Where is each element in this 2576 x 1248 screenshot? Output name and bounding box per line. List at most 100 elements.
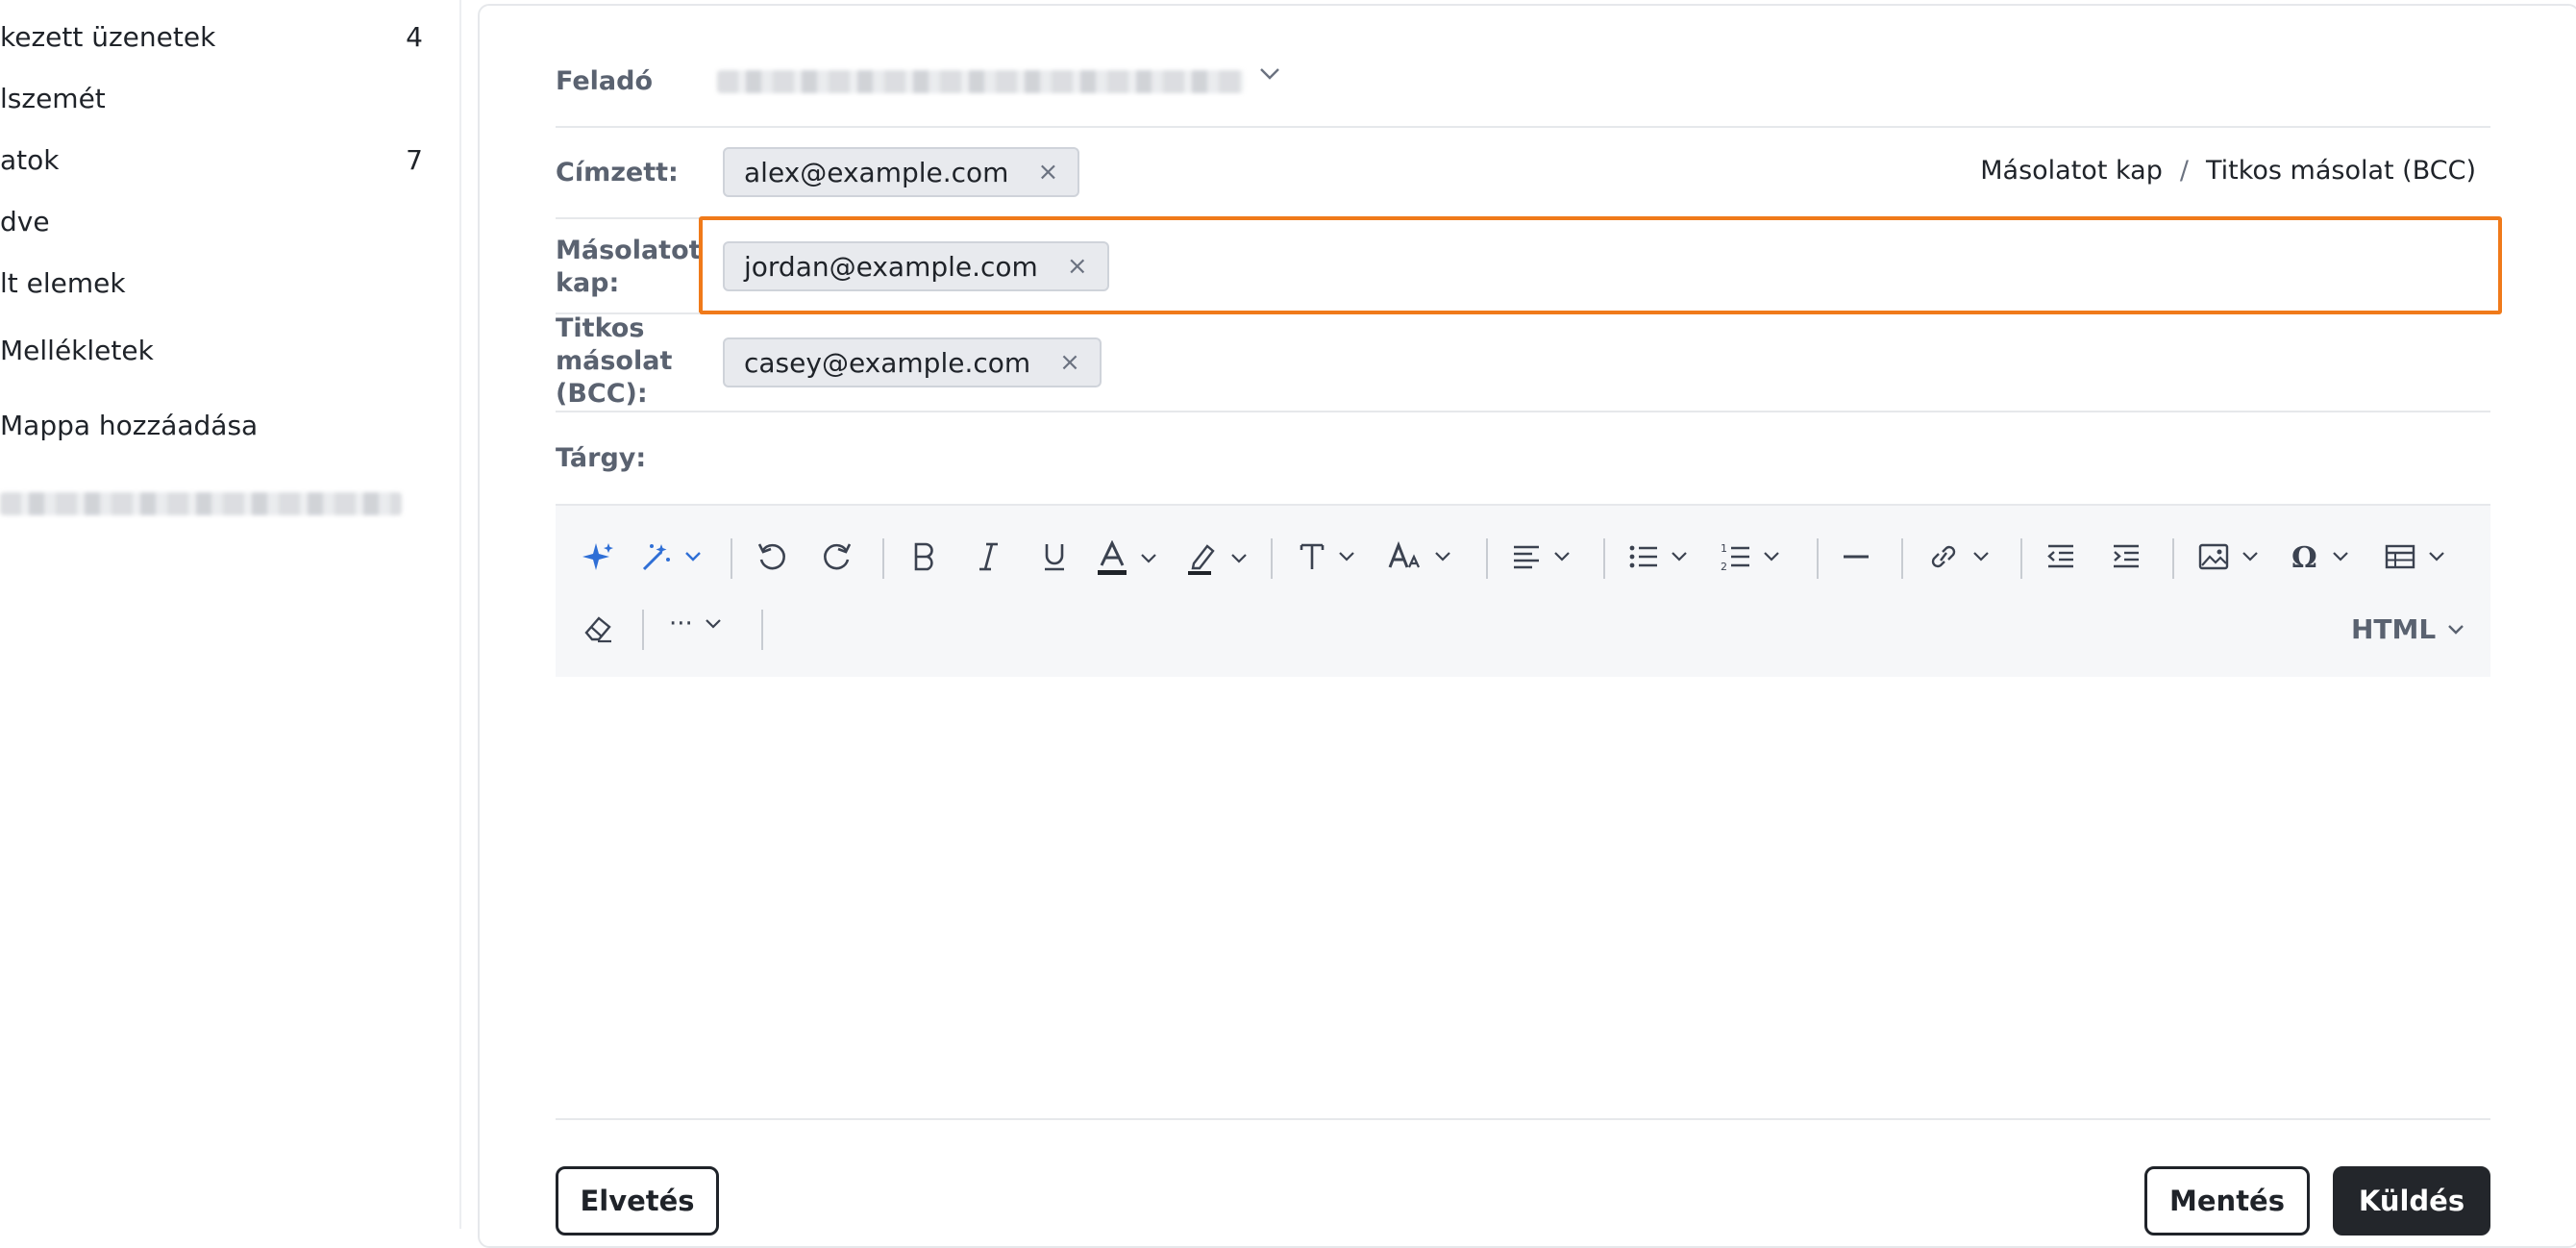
clear-formatting-button[interactable]	[582, 613, 613, 644]
toolbar-divider	[1486, 538, 1488, 579]
recipient-chip-bcc[interactable]: casey@example.com ×	[723, 337, 1102, 387]
toolbar-divider	[882, 538, 884, 579]
link-separator: /	[2179, 156, 2189, 186]
toolbar-divider	[2172, 538, 2174, 579]
numbered-list-icon: 12	[1721, 542, 1749, 573]
undo-icon	[757, 543, 785, 570]
highlight-color-button[interactable]	[1186, 540, 1248, 577]
table-icon	[2385, 544, 2415, 569]
chip-remove-icon[interactable]: ×	[1067, 252, 1088, 281]
toolbar-divider	[2020, 538, 2022, 579]
outdent-icon	[2047, 544, 2073, 568]
horizontal-line-button[interactable]	[1842, 540, 1870, 573]
add-cc-link[interactable]: Másolatot kap	[1980, 156, 2163, 186]
redo-icon	[824, 543, 852, 570]
chevron-down-icon	[2242, 552, 2258, 562]
insert-image-button[interactable]	[2197, 540, 2259, 573]
more-options-button[interactable]: ···	[669, 610, 722, 638]
sidebar-item-label: lszemét	[0, 83, 106, 114]
sidebar-item-deleted[interactable]: lt elemek	[0, 267, 423, 299]
blurred-account-text	[0, 492, 402, 515]
bulleted-list-icon	[1629, 545, 1657, 568]
numbered-list-button[interactable]: 12	[1721, 540, 1780, 573]
italic-icon	[979, 542, 998, 571]
toolbar-divider	[1901, 538, 1903, 579]
from-address-blurred	[717, 70, 1244, 93]
bold-icon	[914, 542, 933, 571]
ai-assist-button[interactable]	[581, 540, 615, 575]
font-family-button[interactable]	[1298, 540, 1355, 573]
bold-button[interactable]	[909, 540, 938, 573]
sidebar-item-label: lt elemek	[0, 267, 126, 299]
font-color-icon	[1098, 540, 1127, 575]
font-family-icon	[1300, 543, 1325, 569]
link-icon	[1931, 545, 1956, 568]
send-button[interactable]: Küldés	[2333, 1166, 2490, 1236]
sidebar-item-label: Mappa hozzáadása	[0, 410, 259, 441]
divider	[556, 411, 2490, 412]
sidebar-item-label: Mellékletek	[0, 335, 154, 366]
chevron-down-icon	[1672, 552, 1687, 562]
editor-toolbar: 12 Ω ··· HTML	[556, 506, 2490, 677]
alignment-button[interactable]	[1511, 540, 1571, 573]
cc-label: Másolatot kap:	[556, 236, 702, 298]
highlight-icon	[1188, 544, 1215, 575]
insert-link-button[interactable]	[1926, 540, 1990, 573]
recipient-chip-to[interactable]: alex@example.com ×	[723, 147, 1080, 197]
indent-button[interactable]	[2111, 540, 2142, 573]
discard-button[interactable]: Elvetés	[556, 1166, 719, 1236]
toolbar-divider	[1603, 538, 1605, 579]
more-label: ···	[669, 610, 693, 638]
bulleted-list-button[interactable]	[1628, 540, 1688, 573]
chip-address: alex@example.com	[744, 156, 1009, 188]
folder-sidebar: kezett üzenetek 4 lszemét atok 7 dve lt …	[0, 0, 461, 1229]
sidebar-item-drafts[interactable]: atok 7	[0, 144, 423, 176]
undo-button[interactable]	[755, 540, 788, 573]
redo-button[interactable]	[821, 540, 854, 573]
bcc-label: Titkos másolat (BCC):	[556, 313, 673, 409]
sidebar-item-label: atok	[0, 144, 60, 176]
sidebar-item-inbox[interactable]: kezett üzenetek 4	[0, 21, 423, 53]
sidebar-item-spam[interactable]: lszemét	[0, 83, 423, 114]
to-label: Címzett:	[556, 158, 679, 187]
add-folder-button[interactable]: Mappa hozzáadása	[0, 410, 423, 441]
outdent-button[interactable]	[2045, 540, 2076, 573]
insert-table-button[interactable]	[2384, 540, 2445, 573]
sidebar-item-label: kezett üzenetek	[0, 21, 216, 53]
add-bcc-link[interactable]: Titkos másolat (BCC)	[2206, 156, 2476, 186]
chevron-down-icon	[1554, 552, 1570, 562]
sidebar-item-starred[interactable]: dve	[0, 206, 423, 237]
magic-wand-icon	[642, 544, 670, 571]
svg-text:Ω: Ω	[2291, 541, 2317, 573]
eraser-icon	[584, 616, 611, 643]
chevron-down-icon	[1231, 554, 1247, 563]
font-size-button[interactable]	[1388, 540, 1451, 573]
font-color-button[interactable]	[1096, 540, 1157, 577]
chevron-down-icon	[706, 619, 721, 629]
horizontal-line-icon	[1844, 555, 1869, 559]
svg-text:1: 1	[1721, 542, 1727, 555]
recipient-chip-cc[interactable]: jordan@example.com ×	[723, 241, 1109, 291]
cc-bcc-toggles: Másolatot kap / Titkos másolat (BCC)	[1980, 156, 2476, 186]
chip-address: casey@example.com	[744, 346, 1031, 379]
chip-remove-icon[interactable]: ×	[1059, 348, 1080, 377]
from-dropdown-chevron-down-icon[interactable]	[1259, 67, 1280, 81]
divider	[556, 126, 2490, 128]
special-character-button[interactable]: Ω	[2290, 540, 2349, 573]
chevron-down-icon	[1764, 552, 1779, 562]
chevron-down-icon	[1141, 554, 1156, 563]
ai-rewrite-button[interactable]	[640, 540, 702, 573]
toolbar-divider	[761, 610, 763, 650]
underline-button[interactable]	[1040, 540, 1069, 573]
editor-mode-selector[interactable]: HTML	[2351, 613, 2465, 645]
align-left-icon	[1514, 545, 1539, 569]
sidebar-item-label: dve	[0, 206, 50, 237]
save-draft-button[interactable]: Mentés	[2144, 1166, 2310, 1236]
chip-remove-icon[interactable]: ×	[1037, 158, 1058, 187]
message-body-editor[interactable]	[556, 677, 2490, 1117]
underline-icon	[1045, 544, 1064, 571]
toolbar-divider	[1817, 538, 1819, 579]
chevron-down-icon	[2429, 552, 2444, 562]
italic-button[interactable]	[975, 540, 1003, 573]
sidebar-item-attachments[interactable]: Mellékletek	[0, 335, 423, 366]
